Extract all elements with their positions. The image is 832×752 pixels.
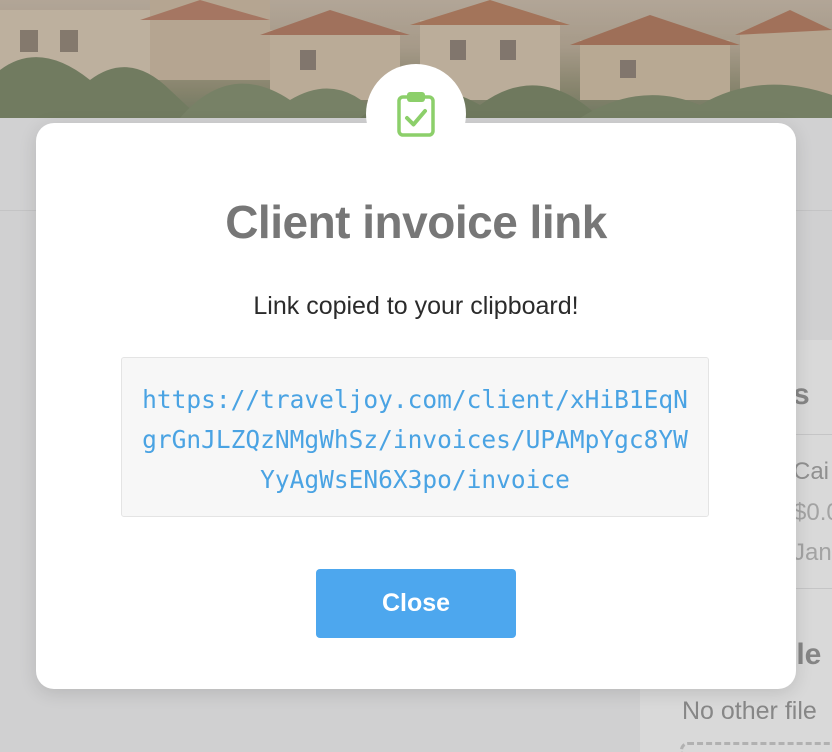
invoice-link-text[interactable]: https://traveljoy.com/client/xHiB1EqNgrG… (121, 357, 709, 517)
modal-title: Client invoice link (225, 196, 607, 248)
page: s Cai $0.0 Jan ile No other file Client … (0, 0, 832, 752)
modal-message: Link copied to your clipboard! (253, 292, 579, 320)
close-button[interactable]: Close (316, 569, 516, 638)
clipboard-check-icon (397, 92, 435, 137)
invoice-link-modal: Client invoice link Link copied to your … (36, 123, 796, 689)
icon-badge (366, 64, 466, 164)
